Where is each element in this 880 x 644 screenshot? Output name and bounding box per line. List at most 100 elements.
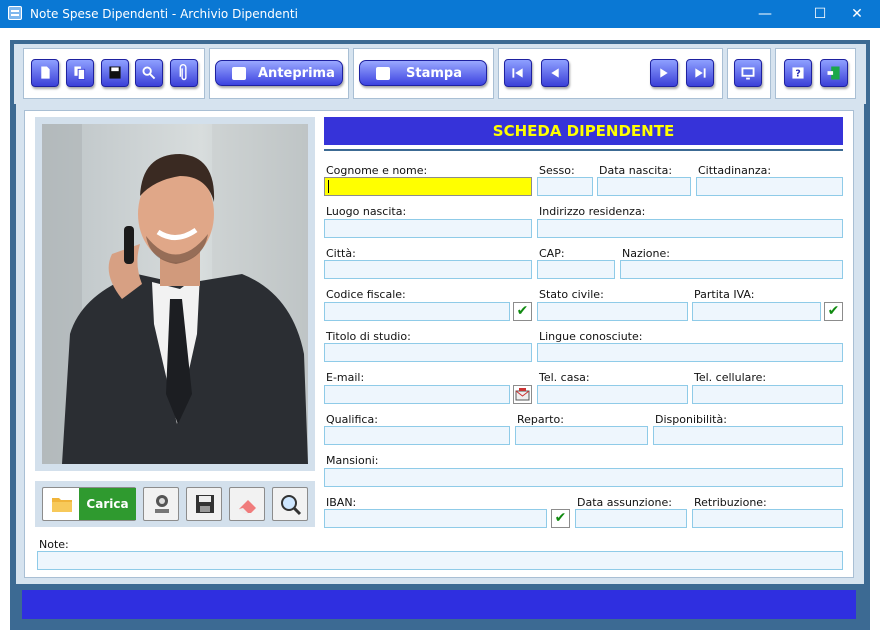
copy-icon <box>74 66 86 80</box>
verify-codice-fiscale-button[interactable]: ✔ <box>513 302 532 321</box>
iban-input[interactable] <box>324 509 547 528</box>
codice-fiscale-input[interactable] <box>324 302 510 321</box>
mail-icon <box>515 388 530 401</box>
disponibilita-input[interactable] <box>653 426 843 445</box>
label-indirizzo: Indirizzo residenza: <box>539 205 646 218</box>
window-title: Note Spese Dipendenti - Archivio Dipende… <box>30 7 298 21</box>
qualifica-input[interactable] <box>324 426 510 445</box>
label-iban: IBAN: <box>326 496 357 509</box>
save-record-button[interactable] <box>101 59 129 87</box>
label-stato-civile: Stato civile: <box>539 288 604 301</box>
data-assunzione-input[interactable] <box>575 509 687 528</box>
label-citta: Città: <box>326 247 356 260</box>
zoom-photo-button[interactable] <box>272 487 308 521</box>
label-luogo-nascita: Luogo nascita: <box>326 205 407 218</box>
label-lingue: Lingue conosciute: <box>539 330 643 343</box>
label-cognome-nome: Cognome e nome: <box>326 164 428 177</box>
partita-iva-input[interactable] <box>692 302 821 321</box>
print-label: Stampa <box>406 66 462 81</box>
skip-last-icon <box>695 68 706 78</box>
webcam-button[interactable] <box>143 487 179 521</box>
magnifier-icon <box>281 495 302 516</box>
employee-photo <box>42 124 308 464</box>
note-input[interactable] <box>37 551 843 570</box>
label-mansioni: Mansioni: <box>326 454 379 467</box>
citta-input[interactable] <box>324 260 532 279</box>
first-record-button[interactable] <box>504 59 532 87</box>
email-input[interactable] <box>324 385 510 404</box>
arrow-left-icon <box>551 68 559 78</box>
exit-door-icon <box>827 66 840 80</box>
lingue-input[interactable] <box>537 343 843 362</box>
print-button[interactable]: Stampa <box>359 60 487 86</box>
cap-input[interactable] <box>537 260 615 279</box>
mansioni-input[interactable] <box>324 468 843 487</box>
data-nascita-input[interactable] <box>597 177 691 196</box>
label-tel-cellulare: Tel. cellulare: <box>694 371 767 384</box>
label-qualifica: Qualifica: <box>326 413 378 426</box>
luogo-nascita-input[interactable] <box>324 219 532 238</box>
label-sesso: Sesso: <box>539 164 575 177</box>
text-cursor <box>328 180 329 193</box>
label-reparto: Reparto: <box>517 413 564 426</box>
verify-iban-button[interactable]: ✔ <box>551 509 570 528</box>
verify-partita-iva-button[interactable]: ✔ <box>824 302 843 321</box>
label-tel-casa: Tel. casa: <box>539 371 590 384</box>
label-titolo-studio: Titolo di studio: <box>326 330 411 343</box>
load-photo-label: Carica <box>79 488 136 520</box>
title-underline <box>324 149 843 151</box>
sesso-input[interactable] <box>537 177 593 196</box>
label-disponibilita: Disponibilità: <box>655 413 727 426</box>
exit-button[interactable] <box>820 59 848 87</box>
arrow-right-icon <box>660 68 668 78</box>
next-record-button[interactable] <box>650 59 678 87</box>
label-partita-iva: Partita IVA: <box>694 288 755 301</box>
screen-tool-button[interactable] <box>734 59 762 87</box>
minimize-button[interactable]: — <box>742 0 788 28</box>
cittadinanza-input[interactable] <box>696 177 843 196</box>
help-button[interactable]: ? <box>784 59 812 87</box>
label-cap: CAP: <box>539 247 565 260</box>
stato-civile-input[interactable] <box>537 302 688 321</box>
label-codice-fiscale: Codice fiscale: <box>326 288 406 301</box>
preview-button[interactable]: Anteprima <box>215 60 343 86</box>
titolo-studio-input[interactable] <box>324 343 532 362</box>
eraser-icon <box>239 500 256 514</box>
label-nazione: Nazione: <box>622 247 670 260</box>
send-email-button[interactable] <box>513 385 532 404</box>
label-data-assunzione: Data assunzione: <box>577 496 672 509</box>
floppy-disk-icon <box>109 66 121 79</box>
svg-text:?: ? <box>795 69 800 80</box>
label-cittadinanza: Cittadinanza: <box>698 164 772 177</box>
floppy-disk-icon <box>196 495 214 513</box>
magnifier-icon <box>142 66 156 80</box>
last-record-button[interactable] <box>686 59 714 87</box>
paperclip-icon <box>179 64 187 81</box>
new-document-icon <box>41 66 50 79</box>
label-note: Note: <box>39 538 69 551</box>
tel-cellulare-input[interactable] <box>692 385 843 404</box>
erase-photo-button[interactable] <box>229 487 265 521</box>
skip-first-icon <box>512 68 523 78</box>
previous-record-button[interactable] <box>541 59 569 87</box>
nazione-input[interactable] <box>620 260 843 279</box>
close-button[interactable]: ✕ <box>834 0 880 28</box>
duplicate-record-button[interactable] <box>66 59 94 87</box>
preview-label: Anteprima <box>258 66 335 81</box>
printer-icon <box>376 67 390 80</box>
retribuzione-input[interactable] <box>692 509 843 528</box>
load-photo-button[interactable]: Carica <box>42 487 136 521</box>
indirizzo-input[interactable] <box>537 219 843 238</box>
tel-casa-input[interactable] <box>537 385 688 404</box>
save-photo-button[interactable] <box>186 487 222 521</box>
reparto-input[interactable] <box>515 426 648 445</box>
attachment-button[interactable] <box>170 59 198 87</box>
label-email: E-mail: <box>326 371 365 384</box>
search-record-button[interactable] <box>135 59 163 87</box>
label-data-nascita: Data nascita: <box>599 164 673 177</box>
title-bar: Note Spese Dipendenti - Archivio Dipende… <box>0 0 880 28</box>
cognome-nome-input[interactable] <box>324 177 532 196</box>
form-title: SCHEDA DIPENDENTE <box>324 117 843 145</box>
monitor-icon <box>741 67 755 80</box>
new-record-button[interactable] <box>31 59 59 87</box>
